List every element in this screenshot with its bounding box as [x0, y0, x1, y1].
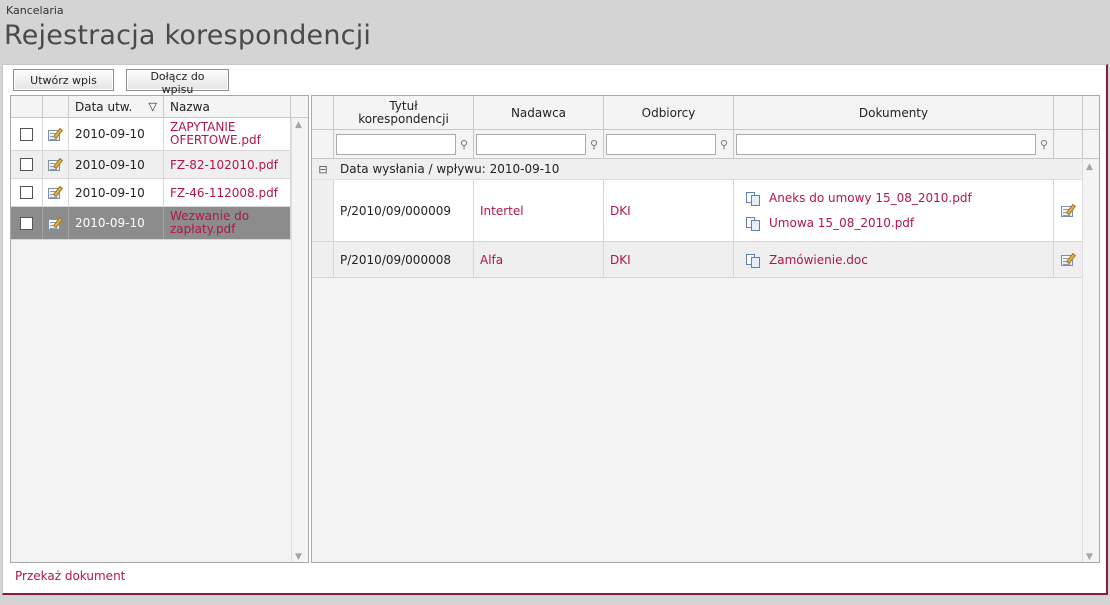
header-name[interactable]: Nazwa — [164, 96, 291, 117]
correspondence-row[interactable]: P/2010/09/000008 Alfa DKI Zamówienie.doc — [312, 242, 1099, 278]
row-name-link[interactable]: ZAPYTANIE OFERTOWE.pdf — [164, 118, 291, 150]
row-checkbox[interactable] — [20, 186, 33, 199]
edit-icon[interactable] — [1060, 203, 1076, 217]
row-checkbox[interactable] — [20, 216, 33, 230]
scroll-down-icon[interactable]: ▼ — [1086, 552, 1093, 562]
edit-icon[interactable] — [48, 157, 63, 171]
documents-grid: Data utw. ▽ Nazwa 2010-09-10 ZAPYTANIE O… — [10, 95, 309, 563]
correspondence-row[interactable]: P/2010/09/000009 Intertel DKI Aneks do u… — [312, 180, 1099, 242]
header-date-label: Data utw. — [75, 99, 133, 114]
document-icon — [746, 217, 761, 231]
document-link[interactable]: Umowa 15_08_2010.pdf — [769, 216, 914, 230]
header-edit-column — [43, 96, 69, 117]
row-checkbox[interactable] — [20, 158, 33, 171]
correspondence-grid: Tytuł korespondencji Nadawca Odbiorcy Do… — [311, 95, 1100, 563]
filter-icon[interactable]: ⚲ — [1040, 138, 1048, 151]
row-recipient-link[interactable]: DKI — [604, 242, 734, 277]
row-name-link[interactable]: Wezwanie do zapłaty.pdf — [164, 207, 291, 239]
breadcrumb: Kancelaria — [6, 4, 64, 17]
forward-document-link[interactable]: Przekaż dokument — [15, 569, 125, 583]
edit-icon[interactable] — [48, 127, 63, 141]
filter-icon[interactable]: ⚲ — [590, 138, 598, 151]
document-link[interactable]: Aneks do umowy 15_08_2010.pdf — [769, 191, 972, 205]
document-item[interactable]: Umowa 15_08_2010.pdf — [746, 216, 914, 231]
document-row[interactable]: 2010-09-10 ZAPYTANIE OFERTOWE.pdf — [11, 118, 308, 151]
group-header: ⊟ Data wysłania / wpływu: 2010-09-10 — [312, 159, 1099, 180]
page-title: Rejestracja korespondencji — [4, 20, 372, 51]
main-panel: Utwórz wpis Dołącz do wpisu Data utw. ▽ … — [2, 64, 1108, 595]
recipient-filter-input[interactable] — [606, 133, 716, 155]
document-row[interactable]: 2010-09-10 FZ-82-102010.pdf — [11, 151, 308, 179]
row-date: 2010-09-10 — [69, 118, 164, 150]
correspondence-grid-header: Tytuł korespondencji Nadawca Odbiorcy Do… — [312, 96, 1099, 130]
header-date-created[interactable]: Data utw. ▽ — [69, 96, 164, 117]
title-filter-input[interactable] — [336, 133, 456, 155]
documents-scrollbar[interactable]: ▲ ▼ — [291, 118, 308, 562]
header-sender[interactable]: Nadawca — [474, 96, 604, 129]
row-name-link[interactable]: FZ-46-112008.pdf — [164, 179, 291, 206]
edit-icon[interactable] — [1060, 252, 1076, 266]
row-date: 2010-09-10 — [69, 151, 164, 178]
scroll-up-icon[interactable]: ▲ — [1086, 162, 1093, 172]
scroll-down-icon[interactable]: ▼ — [295, 552, 302, 562]
header-select-column — [11, 96, 43, 117]
group-label: Data wysłania / wpływu: 2010-09-10 — [340, 162, 560, 176]
header-recipients[interactable]: Odbiorcy — [604, 96, 734, 129]
edit-icon[interactable] — [48, 185, 63, 199]
row-title: P/2010/09/000008 — [334, 242, 474, 277]
document-icon — [746, 253, 761, 268]
filter-icon[interactable]: ⚲ — [720, 138, 728, 151]
row-recipient-link[interactable]: DKI — [604, 180, 734, 241]
document-row[interactable]: 2010-09-10 FZ-46-112008.pdf — [11, 179, 308, 207]
filter-icon[interactable]: ⚲ — [460, 138, 468, 151]
row-sender-link[interactable]: Alfa — [474, 242, 604, 277]
row-checkbox[interactable] — [20, 127, 33, 141]
row-documents: Zamówienie.doc — [734, 242, 1054, 277]
row-date: 2010-09-10 — [69, 207, 164, 239]
documents-grid-header: Data utw. ▽ Nazwa — [11, 96, 308, 118]
edit-icon[interactable] — [48, 216, 63, 230]
document-icon — [746, 192, 761, 206]
row-date: 2010-09-10 — [69, 179, 164, 206]
sender-filter-input[interactable] — [476, 133, 586, 155]
header-title[interactable]: Tytuł korespondencji — [334, 96, 474, 129]
document-link[interactable]: Zamówienie.doc — [769, 253, 868, 267]
filter-row: ⚲ ⚲ ⚲ ⚲ — [312, 130, 1099, 159]
correspondence-scrollbar[interactable]: ▲ ▼ — [1082, 160, 1099, 562]
scroll-up-icon[interactable]: ▲ — [295, 120, 302, 130]
document-item[interactable]: Zamówienie.doc — [746, 253, 868, 268]
attach-to-entry-button[interactable]: Dołącz do wpisu — [126, 69, 229, 96]
create-entry-button[interactable]: Utwórz wpis — [13, 69, 114, 91]
row-title: P/2010/09/000009 — [334, 180, 474, 241]
row-sender-link[interactable]: Intertel — [474, 180, 604, 241]
document-row-selected[interactable]: 2010-09-10 Wezwanie do zapłaty.pdf — [11, 207, 308, 240]
header-documents[interactable]: Dokumenty — [734, 96, 1054, 129]
collapse-group-icon[interactable]: ⊟ — [312, 163, 334, 176]
row-name-link[interactable]: FZ-82-102010.pdf — [164, 151, 291, 178]
document-item[interactable]: Aneks do umowy 15_08_2010.pdf — [746, 191, 972, 206]
row-documents: Aneks do umowy 15_08_2010.pdf Umowa 15_0… — [734, 180, 1054, 241]
sort-descending-icon: ▽ — [148, 100, 157, 113]
documents-filter-input[interactable] — [736, 133, 1036, 155]
